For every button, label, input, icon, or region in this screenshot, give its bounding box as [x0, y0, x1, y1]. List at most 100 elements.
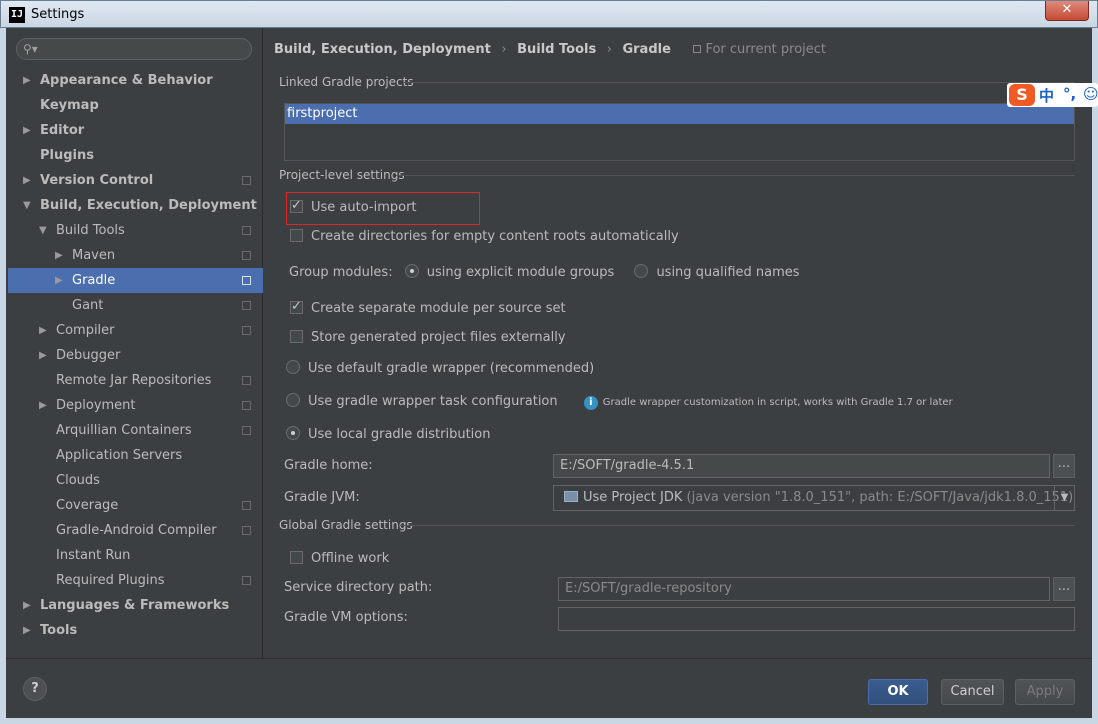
sidebar-item[interactable]: Arquillian Containers — [8, 418, 263, 443]
sidebar-item[interactable]: Required Plugins — [8, 568, 263, 593]
section-divider — [396, 175, 1075, 176]
sidebar-item-label: Plugins — [40, 148, 94, 163]
ok-button[interactable]: OK — [868, 679, 928, 705]
close-window-button[interactable]: ✕ — [1045, 1, 1089, 21]
project-settings-title: Project-level settings — [279, 168, 405, 182]
service-dir-label: Service directory path: — [284, 580, 433, 595]
sidebar-item[interactable]: Clouds — [8, 468, 263, 493]
sidebar-item[interactable]: ▶ Tools — [8, 618, 263, 643]
default-wrapper-row[interactable]: Use default gradle wrapper (recommended) — [286, 360, 594, 378]
ime-language[interactable]: 中 — [1039, 85, 1054, 106]
sidebar-item[interactable]: ▶ Languages & Frameworks — [8, 593, 263, 618]
expand-arrow-icon[interactable]: ▶ — [39, 343, 49, 368]
gradle-home-browse-button[interactable]: ... — [1053, 454, 1075, 478]
breadcrumb-item: Build Tools — [517, 42, 597, 57]
title-bar: IJ Settings ✕ — [0, 0, 1098, 28]
breadcrumb-separator: › — [501, 42, 507, 57]
expand-arrow-icon[interactable]: ▶ — [23, 618, 33, 643]
service-dir-field[interactable]: E:/SOFT/gradle-repository — [558, 577, 1050, 601]
wrapper-task-row[interactable]: Use gradle wrapper task configuration iG… — [286, 393, 953, 412]
section-divider — [404, 82, 1075, 83]
sidebar-item-label: Coverage — [56, 498, 119, 513]
offline-work-checkbox[interactable] — [290, 551, 303, 564]
local-gradle-radio[interactable] — [286, 426, 300, 440]
store-externally-row[interactable]: Store generated project files externally — [290, 329, 566, 347]
sidebar-item[interactable]: ▶ Maven — [8, 243, 263, 268]
local-gradle-row[interactable]: Use local gradle distribution — [286, 426, 490, 444]
sidebar-item[interactable]: Coverage — [8, 493, 263, 518]
explicit-groups-label[interactable]: using explicit module groups — [427, 265, 615, 280]
expand-arrow-icon[interactable]: ▶ — [55, 268, 65, 293]
explicit-groups-radio[interactable] — [404, 264, 419, 278]
sidebar-item[interactable]: ▶ Deployment — [8, 393, 263, 418]
offline-work-row[interactable]: Offline work — [290, 550, 389, 568]
sidebar-item-label: Version Control — [40, 173, 154, 188]
create-dirs-row[interactable]: Create directories for empty content roo… — [290, 228, 679, 246]
help-button[interactable]: ? — [23, 677, 47, 701]
wrapper-task-radio[interactable] — [286, 393, 300, 407]
ime-toolbar[interactable]: S 中 °, ☺ — [1007, 83, 1098, 107]
use-auto-import-label: Use auto-import — [311, 200, 417, 215]
expand-arrow-icon[interactable]: ▶ — [55, 243, 65, 268]
sidebar-item-label: Build, Execution, Deployment — [40, 198, 257, 213]
sidebar-item[interactable]: Remote Jar Repositories — [8, 368, 263, 393]
create-dirs-label: Create directories for empty content roo… — [311, 229, 679, 244]
ime-punctuation[interactable]: °, — [1063, 85, 1076, 103]
use-auto-import-checkbox[interactable] — [290, 197, 303, 215]
gradle-home-field[interactable]: E:/SOFT/gradle-4.5.1 — [553, 454, 1050, 478]
sidebar-item-label: Remote Jar Repositories — [56, 373, 212, 388]
sidebar-item[interactable]: Instant Run — [8, 543, 263, 568]
sidebar-item[interactable]: ▶ Appearance & Behavior — [8, 68, 263, 93]
sidebar-item[interactable]: ▶ Version Control — [8, 168, 263, 193]
breadcrumb-separator: › — [606, 42, 612, 57]
chevron-down-icon[interactable]: ▼ — [1054, 485, 1074, 511]
smile-icon[interactable]: ☺ — [1083, 85, 1098, 103]
expand-arrow-icon[interactable]: ▶ — [23, 593, 33, 618]
window-title: Settings — [31, 7, 85, 22]
sidebar-item[interactable]: ▼ Build, Execution, Deployment — [8, 193, 263, 218]
default-wrapper-radio[interactable] — [286, 360, 300, 374]
wrapper-task-label: Use gradle wrapper task configuration — [308, 394, 558, 409]
separate-module-checkbox[interactable] — [290, 298, 303, 316]
collapse-arrow-icon[interactable]: ▼ — [23, 193, 33, 218]
sidebar-item-label: Gradle — [72, 273, 116, 288]
expand-arrow-icon[interactable]: ▶ — [39, 318, 49, 343]
create-dirs-checkbox[interactable] — [290, 229, 303, 242]
qualified-names-radio[interactable] — [634, 264, 649, 278]
cancel-button[interactable]: Cancel — [941, 679, 1004, 705]
vm-options-field[interactable] — [558, 607, 1075, 631]
sidebar-item[interactable]: ▶ Debugger — [8, 343, 263, 368]
sidebar-item[interactable]: Gradle-Android Compiler — [8, 518, 263, 543]
use-auto-import-row[interactable]: Use auto-import — [290, 197, 417, 217]
sidebar-item[interactable]: ▶ Compiler — [8, 318, 263, 343]
sidebar-item-label: Required Plugins — [56, 573, 165, 588]
project-scope-icon — [242, 501, 251, 510]
sidebar-item[interactable]: Keymap — [8, 93, 263, 118]
linked-projects-list[interactable]: firstproject — [284, 103, 1075, 161]
expand-arrow-icon[interactable]: ▶ — [23, 118, 33, 143]
expand-arrow-icon[interactable]: ▶ — [23, 68, 33, 93]
sidebar-item[interactable]: Gant — [8, 293, 263, 318]
settings-search-input[interactable]: ⚲▾ — [16, 38, 252, 60]
gradle-settings-panel: Build, Execution, Deployment › Build Too… — [264, 28, 1090, 658]
sidebar-item-label: Keymap — [40, 98, 99, 113]
linked-project-item[interactable]: firstproject — [285, 104, 1074, 124]
store-externally-checkbox[interactable] — [290, 330, 303, 343]
apply-button[interactable]: Apply — [1015, 679, 1075, 705]
sidebar-item[interactable]: Application Servers — [8, 443, 263, 468]
wrapper-info-text: Gradle wrapper customization in script, … — [602, 397, 953, 408]
gradle-jvm-select[interactable]: Use Project JDK (java version "1.8.0_151… — [553, 485, 1075, 511]
expand-arrow-icon[interactable]: ▶ — [39, 393, 49, 418]
collapse-arrow-icon[interactable]: ▼ — [39, 218, 49, 243]
sidebar-item[interactable]: Plugins — [8, 143, 263, 168]
qualified-names-label[interactable]: using qualified names — [656, 265, 799, 280]
sidebar-item[interactable]: ▶ Editor — [8, 118, 263, 143]
service-dir-browse-button[interactable]: ... — [1053, 577, 1075, 601]
sidebar-item-label: Languages & Frameworks — [40, 598, 230, 613]
expand-arrow-icon[interactable]: ▶ — [23, 168, 33, 193]
separate-module-row[interactable]: Create separate module per source set — [290, 298, 566, 318]
folder-icon — [564, 491, 578, 502]
sidebar-item[interactable]: ▶ Gradle — [8, 268, 263, 293]
search-icon: ⚲▾ — [23, 42, 38, 56]
sidebar-item[interactable]: ▼ Build Tools — [8, 218, 263, 243]
